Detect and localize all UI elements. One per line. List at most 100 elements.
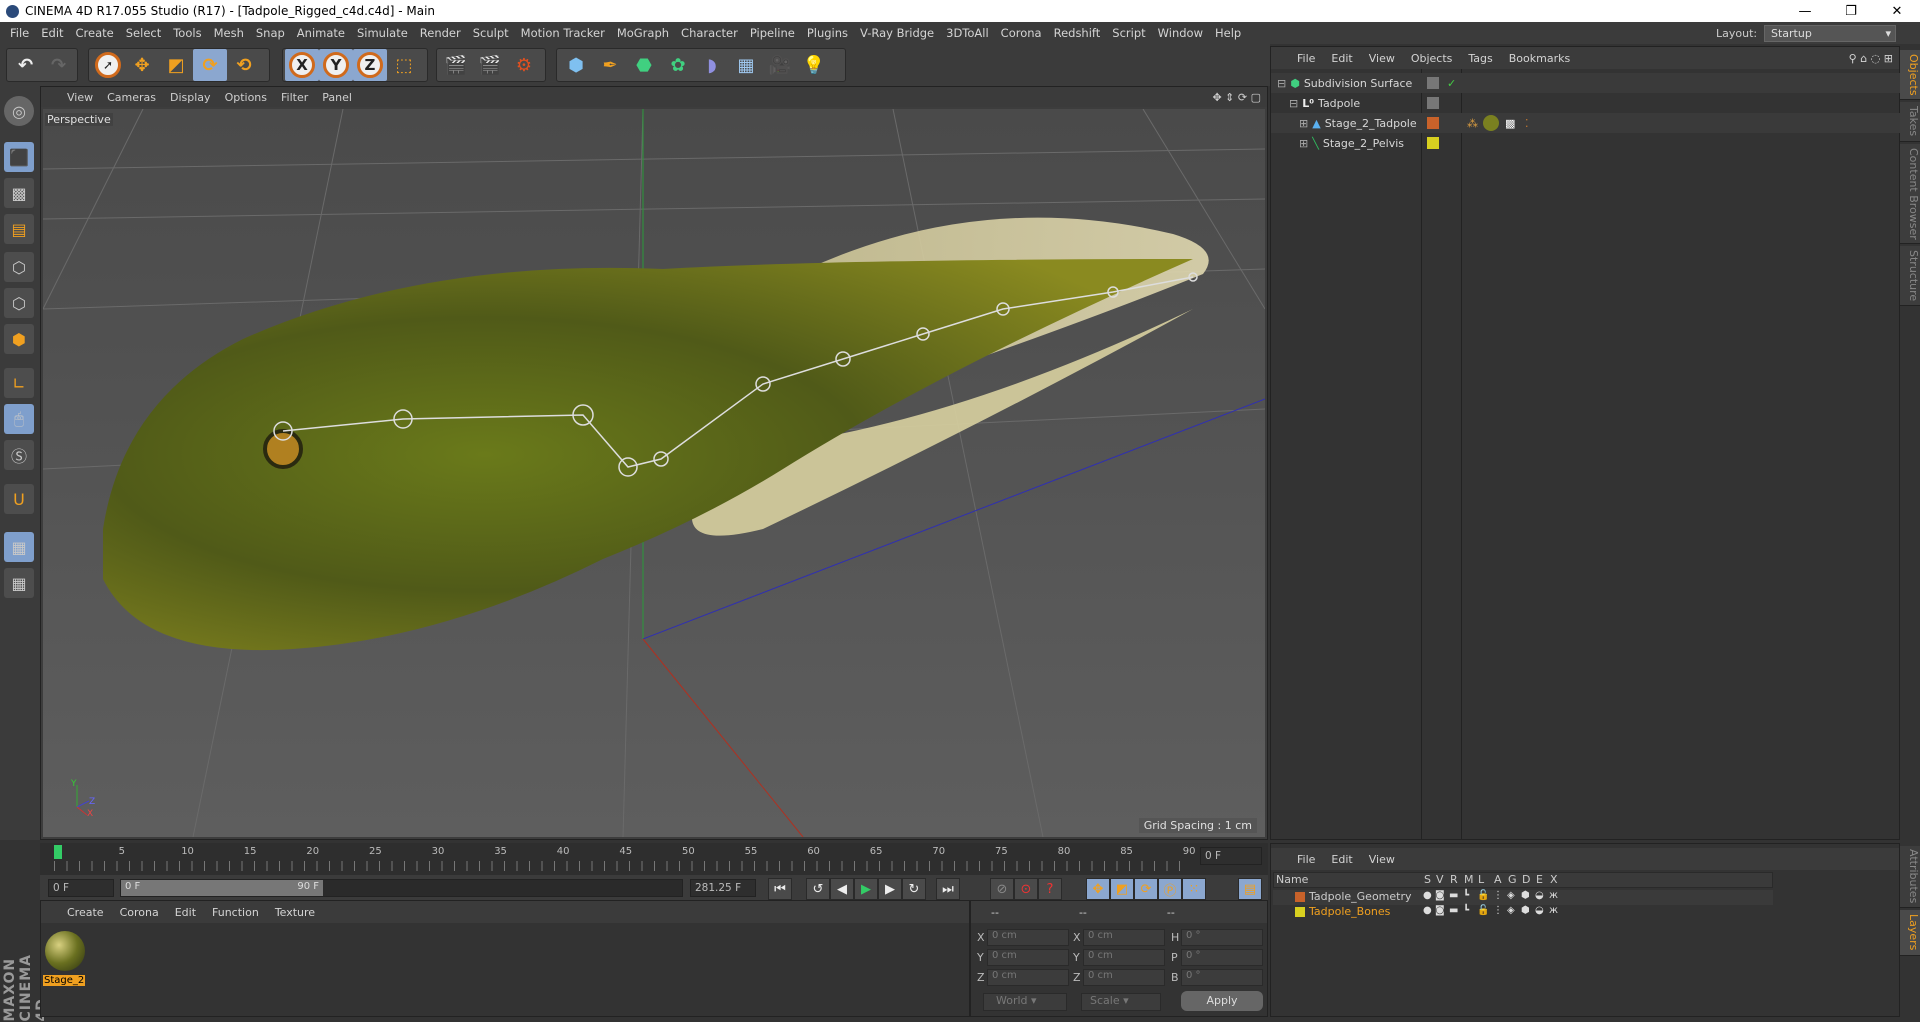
tab-layers[interactable]: Layers [1900, 910, 1920, 956]
collapse-icon[interactable]: ⊟ [1277, 77, 1286, 90]
light-icon[interactable]: 💡 [797, 49, 831, 81]
object-row-subdivision-surface[interactable]: ⊟ ⬢ Subdivision Surface ✓ [1271, 73, 1901, 93]
object-row-stage-2-tadpole[interactable]: ⊞ ▲ Stage_2_Tadpole ⁂ ▩ ⁚ [1271, 113, 1901, 133]
magnet-icon[interactable]: U [4, 484, 34, 514]
minimize-button[interactable]: — [1782, 4, 1828, 19]
texture-tag-icon[interactable] [1483, 115, 1499, 131]
viewport-menu-display[interactable]: Display [170, 91, 211, 104]
solo-icon[interactable]: ● [1423, 890, 1432, 901]
search-icon[interactable]: ⚲ ⌂ ◌ ⊞ [1849, 52, 1893, 65]
viewport-menu-filter[interactable]: Filter [281, 91, 308, 104]
mm-menu-create[interactable]: Create [67, 906, 104, 919]
axis-mode-button[interactable]: ∟ [4, 368, 34, 398]
pen-spline-icon[interactable]: ✒ [593, 49, 627, 81]
restore-button[interactable]: ❐ [1828, 4, 1874, 19]
record-keys-button[interactable]: ⊘ [990, 878, 1014, 900]
next-key-button[interactable]: ↻ [902, 878, 926, 900]
generators-icon[interactable]: ◈ [1507, 905, 1515, 916]
om-menu-tags[interactable]: Tags [1468, 52, 1492, 65]
xref-icon[interactable]: ж [1549, 905, 1558, 916]
layer-column-r[interactable]: R [1450, 873, 1458, 886]
menu-render[interactable]: Render [420, 26, 461, 40]
planar-workplane-button[interactable]: ▦ [4, 568, 34, 598]
om-menu-view[interactable]: View [1369, 52, 1395, 65]
coord-field-h[interactable]: 0 ° [1181, 929, 1263, 946]
layer-column-l[interactable]: L [1478, 873, 1484, 886]
subdivision-surface-icon[interactable]: ⬣ [627, 49, 661, 81]
manager-icon[interactable]: ┗ [1463, 905, 1469, 916]
menu-file[interactable]: File [10, 26, 29, 40]
lock-workplane-button[interactable]: ▦ [4, 532, 34, 562]
menu-snap[interactable]: Snap [256, 26, 285, 40]
layer-name[interactable]: Tadpole_Geometry [1309, 890, 1412, 903]
material-swatch-stage-2[interactable]: Stage_2 [43, 929, 87, 986]
play-button[interactable]: ▶ [854, 878, 878, 900]
menu-sculpt[interactable]: Sculpt [473, 26, 509, 40]
menu-simulate[interactable]: Simulate [357, 26, 408, 40]
key-position-button[interactable]: ✥ [1086, 878, 1110, 900]
viewport-menu-cameras[interactable]: Cameras [107, 91, 156, 104]
make-editable-button[interactable]: ◎ [4, 96, 34, 126]
render-view-button[interactable]: 🎬 [439, 49, 473, 81]
frame-range-slider[interactable]: 0 F 90 F [121, 880, 323, 896]
expand-icon[interactable]: ⊞ [1299, 137, 1308, 150]
visible-icon[interactable]: ◙ [1435, 890, 1445, 901]
render-icon[interactable]: ▬ [1449, 905, 1458, 916]
xref-icon[interactable]: ж [1549, 890, 1558, 901]
render-icon[interactable]: ▬ [1449, 890, 1458, 901]
tab-structure[interactable]: Structure [1900, 246, 1920, 306]
menu-mesh[interactable]: Mesh [214, 26, 244, 40]
start-frame-field[interactable]: 0 F [48, 879, 114, 897]
coord-field-y[interactable]: 0 cm [987, 949, 1069, 966]
select-tool-button[interactable]: ➚ [91, 49, 125, 81]
close-button[interactable]: ✕ [1874, 4, 1920, 19]
menu-window[interactable]: Window [1158, 26, 1203, 40]
tab-content-browser[interactable]: Content Browser [1900, 144, 1920, 244]
menu-pipeline[interactable]: Pipeline [750, 26, 795, 40]
viewport-menu-options[interactable]: Options [225, 91, 267, 104]
tab-takes[interactable]: Takes [1900, 102, 1920, 142]
scale-tool-button[interactable]: ◩ [159, 49, 193, 81]
layer-column-v[interactable]: V [1436, 873, 1444, 886]
key-scale-button[interactable]: ◩ [1110, 878, 1134, 900]
menu-animate[interactable]: Animate [297, 26, 345, 40]
y-axis-lock-button[interactable]: Y [319, 49, 353, 81]
live-rotate-button[interactable]: ⟲ [227, 49, 261, 81]
menu-redshift[interactable]: Redshift [1054, 26, 1101, 40]
coord-field-y[interactable]: 0 cm [1083, 949, 1165, 966]
cube-icon[interactable]: ⬢ [559, 49, 593, 81]
deformers-icon[interactable]: ⬢ [1521, 890, 1530, 901]
key-parameter-button[interactable]: Ⓟ [1158, 878, 1182, 900]
move-tool-button[interactable]: ✥ [125, 49, 159, 81]
key-pla-button[interactable]: ⁙ [1182, 878, 1206, 900]
coord-field-x[interactable]: 0 cm [1083, 929, 1165, 946]
autokey-button[interactable]: ⊙ [1014, 878, 1038, 900]
layer-column-x[interactable]: X [1550, 873, 1558, 886]
visible-icon[interactable]: ◙ [1435, 905, 1445, 916]
floor-icon[interactable]: ▦ [729, 49, 763, 81]
animation-icon[interactable]: ⋮ [1493, 890, 1503, 901]
previous-frame-button[interactable]: ◀ [830, 878, 854, 900]
menu-corona[interactable]: Corona [1001, 26, 1042, 40]
snap-button[interactable]: Ⓢ [4, 440, 34, 470]
end-frame-field[interactable]: 281.25 F [690, 879, 756, 897]
frame-range-track[interactable]: 0 F 90 F [120, 879, 683, 897]
model-mode-button[interactable]: ⬛ [4, 142, 34, 172]
tab-attributes[interactable]: Attributes [1900, 846, 1920, 908]
menu-plugins[interactable]: Plugins [807, 26, 848, 40]
deformer-icon[interactable]: ◗ [695, 49, 729, 81]
render-settings-button[interactable]: ⚙ [507, 49, 541, 81]
camera-icon[interactable]: 🎥 [763, 49, 797, 81]
coord-field-x[interactable]: 0 cm [987, 929, 1069, 946]
menu-v-ray-bridge[interactable]: V-Ray Bridge [860, 26, 934, 40]
lock-icon[interactable]: 🔓 [1477, 890, 1489, 901]
menu-motion-tracker[interactable]: Motion Tracker [521, 26, 605, 40]
menu-tools[interactable]: Tools [173, 26, 201, 40]
deformers-icon[interactable]: ⬢ [1521, 905, 1530, 916]
edges-mode-button[interactable]: ⬡ [4, 288, 34, 318]
weight-tag-icon[interactable]: ⁂ [1467, 117, 1478, 130]
coord-field-p[interactable]: 0 ° [1181, 949, 1263, 966]
render-picture-viewer-button[interactable]: 🎬 [473, 49, 507, 81]
3d-viewport[interactable]: View Cameras Display Options Filter Pane… [40, 86, 1268, 840]
lm-menu-edit[interactable]: Edit [1331, 853, 1352, 866]
